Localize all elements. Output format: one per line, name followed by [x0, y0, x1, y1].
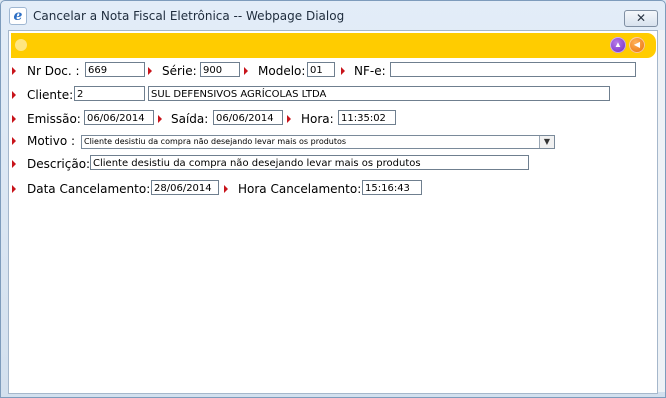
required-marker-icon: [12, 137, 16, 145]
motivo-select[interactable]: Cliente desistiu da compra não desejando…: [81, 135, 555, 149]
required-marker-icon: [287, 115, 291, 123]
emissao-field[interactable]: 06/06/2014: [84, 110, 154, 125]
toolbar-grip-icon: [15, 39, 27, 51]
motivo-selected-value: Cliente desistiu da compra não desejando…: [84, 137, 347, 146]
hora-field[interactable]: 11:35:02: [338, 110, 396, 125]
required-marker-icon: [341, 67, 345, 75]
window-title: Cancelar a Nota Fiscal Eletrônica -- Web…: [33, 9, 345, 23]
nr-doc-field[interactable]: 669: [85, 62, 145, 77]
ie-icon: e: [9, 7, 27, 25]
data-cancelamento-field[interactable]: 28/06/2014: [151, 180, 219, 195]
emissao-label: Emissão:: [27, 112, 81, 126]
toolbar: ▲ ◀: [11, 33, 656, 58]
required-marker-icon: [12, 115, 16, 123]
saida-label: Saída:: [171, 112, 209, 126]
descricao-field[interactable]: Cliente desistiu da compra não desejando…: [90, 155, 529, 170]
dialog-content: ▲ ◀ Nr Doc. : 669 Série: 900 Modelo: 01 …: [8, 30, 658, 394]
up-arrow-icon[interactable]: ▲: [610, 37, 626, 53]
cliente-name-field[interactable]: SUL DEFENSIVOS AGRÍCOLAS LTDA: [148, 86, 610, 101]
cliente-code-field[interactable]: 2: [74, 86, 145, 101]
saida-field[interactable]: 06/06/2014: [213, 110, 283, 125]
close-button[interactable]: ✕: [624, 10, 658, 27]
modelo-field[interactable]: 01: [307, 62, 335, 77]
required-marker-icon: [12, 67, 16, 75]
hora-cancelamento-label: Hora Cancelamento:: [238, 182, 362, 196]
required-marker-icon: [224, 185, 228, 193]
serie-field[interactable]: 900: [200, 62, 240, 77]
chevron-down-icon[interactable]: ▼: [539, 136, 554, 148]
modelo-label: Modelo:: [258, 64, 306, 78]
descricao-label: Descrição:: [27, 157, 91, 171]
hora-label: Hora:: [301, 112, 334, 126]
data-cancelamento-label: Data Cancelamento:: [27, 182, 151, 196]
back-arrow-icon[interactable]: ◀: [629, 37, 645, 53]
hora-cancelamento-field[interactable]: 15:16:43: [362, 180, 422, 195]
required-marker-icon: [158, 115, 162, 123]
nfe-label: NF-e:: [354, 64, 386, 78]
required-marker-icon: [148, 67, 152, 75]
nfe-field[interactable]: [390, 62, 636, 77]
cliente-label: Cliente:: [27, 88, 74, 102]
required-marker-icon: [244, 67, 248, 75]
required-marker-icon: [12, 160, 16, 168]
required-marker-icon: [12, 185, 16, 193]
motivo-label: Motivo :: [27, 134, 76, 148]
required-marker-icon: [12, 91, 16, 99]
title-bar[interactable]: e Cancelar a Nota Fiscal Eletrônica -- W…: [1, 1, 665, 31]
serie-label: Série:: [162, 64, 197, 78]
nr-doc-label: Nr Doc. :: [27, 64, 80, 78]
